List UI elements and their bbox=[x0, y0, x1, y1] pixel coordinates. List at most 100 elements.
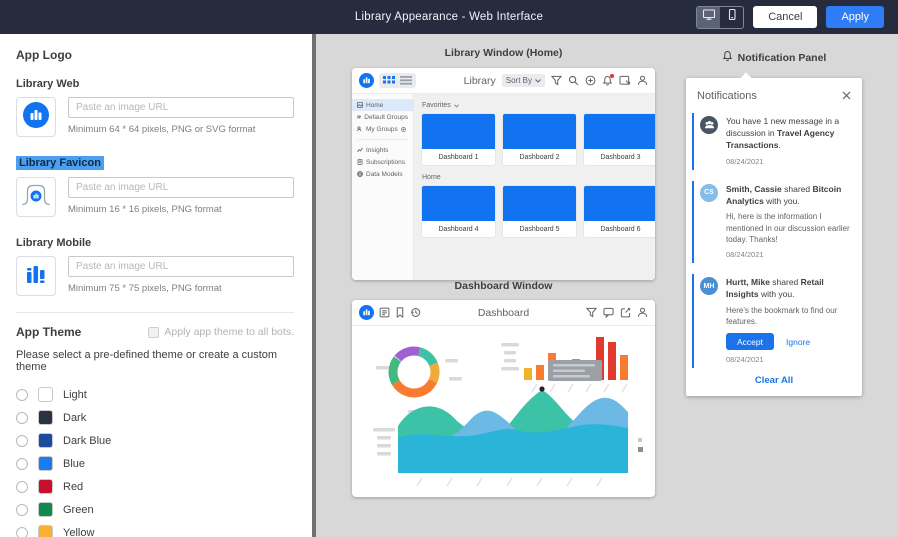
report-list-icon[interactable] bbox=[379, 307, 390, 318]
bookmark-icon[interactable] bbox=[395, 307, 405, 318]
notifications-header: Notifications bbox=[697, 90, 757, 102]
card-thumbnail bbox=[584, 114, 655, 149]
data-models-icon bbox=[357, 171, 363, 177]
accept-button[interactable]: Accept bbox=[726, 333, 774, 350]
favorites-section-label[interactable]: Favorites bbox=[422, 102, 655, 109]
dashboard-card[interactable]: Dashboard 6 bbox=[584, 186, 655, 237]
notification-title: Hurtt, Mike shared Retail Insights with … bbox=[726, 277, 850, 301]
dashboard-card[interactable]: Dashboard 2 bbox=[503, 114, 576, 165]
desktop-monitor-icon bbox=[702, 8, 716, 26]
theme-option-light[interactable]: Light bbox=[16, 383, 294, 406]
notification-body: Here's the bookmark to find our features… bbox=[726, 305, 850, 327]
history-icon[interactable] bbox=[410, 307, 421, 318]
library-favicon-label: Library Favicon bbox=[16, 156, 104, 170]
card-thumbnail bbox=[422, 114, 495, 149]
profile-icon[interactable] bbox=[637, 307, 648, 318]
sidebar-item-home[interactable]: Home bbox=[352, 99, 413, 111]
sort-by-button[interactable]: Sort By bbox=[502, 74, 545, 87]
theme-swatch-blue bbox=[38, 456, 53, 471]
dashboard-card[interactable]: Dashboard 4 bbox=[422, 186, 495, 237]
library-logo-icon bbox=[359, 73, 374, 88]
share-export-icon[interactable] bbox=[620, 307, 631, 318]
dashboard-window-caption: Dashboard Window bbox=[352, 280, 655, 292]
library-web-label: Library Web bbox=[16, 78, 79, 90]
sidebar-item-subscriptions[interactable]: Subscriptions bbox=[352, 156, 413, 168]
section-divider bbox=[16, 312, 294, 313]
theme-radio-dark-blue[interactable] bbox=[16, 435, 28, 447]
comment-icon[interactable] bbox=[603, 307, 614, 318]
ignore-link[interactable]: Ignore bbox=[786, 337, 810, 347]
theme-swatch-yellow bbox=[38, 525, 53, 537]
desktop-view-button[interactable] bbox=[697, 7, 720, 28]
theme-option-blue[interactable]: Blue bbox=[16, 452, 294, 475]
move-to-folder-icon[interactable] bbox=[619, 75, 631, 86]
library-preview-content: Favorites Dashboard 1 Dashboard 2 Dashbo… bbox=[414, 94, 655, 280]
apply-theme-to-bots-label: Apply app theme to all bots. bbox=[164, 326, 294, 338]
filter-icon[interactable] bbox=[551, 75, 562, 86]
my-groups-icon bbox=[357, 126, 363, 132]
groups-icon bbox=[357, 114, 361, 120]
close-icon[interactable] bbox=[842, 87, 851, 105]
sidebar-item-insights[interactable]: Insights bbox=[352, 144, 413, 156]
library-favicon-logo-icon bbox=[21, 182, 51, 213]
theme-radio-blue[interactable] bbox=[16, 458, 28, 470]
view-toggle bbox=[379, 73, 416, 88]
notification-dot bbox=[610, 74, 614, 78]
dashboard-card[interactable]: Dashboard 5 bbox=[503, 186, 576, 237]
card-thumbnail bbox=[422, 186, 495, 221]
grid-view-icon[interactable] bbox=[383, 76, 395, 85]
theme-option-red[interactable]: Red bbox=[16, 475, 294, 498]
mobile-view-button[interactable] bbox=[720, 7, 743, 28]
library-window-caption: Library Window (Home) bbox=[352, 47, 655, 59]
theme-radio-light[interactable] bbox=[16, 389, 28, 401]
dashboard-card[interactable]: Dashboard 3 bbox=[584, 114, 655, 165]
library-web-url-input[interactable] bbox=[68, 97, 294, 118]
theme-swatch-red bbox=[38, 479, 53, 494]
list-view-icon[interactable] bbox=[400, 76, 412, 85]
sidebar-item-my-groups[interactable]: My Groups bbox=[352, 123, 413, 135]
avatar bbox=[700, 116, 718, 134]
clear-all-link[interactable]: Clear All bbox=[686, 372, 862, 388]
theme-option-dark[interactable]: Dark bbox=[16, 406, 294, 429]
avatar: CS bbox=[700, 184, 718, 202]
filter-icon[interactable] bbox=[586, 307, 597, 318]
dashboard-card[interactable]: Dashboard 1 bbox=[422, 114, 495, 165]
theme-option-dark-blue[interactable]: Dark Blue bbox=[16, 429, 294, 452]
theme-radio-green[interactable] bbox=[16, 504, 28, 516]
add-icon[interactable] bbox=[585, 75, 596, 86]
add-group-icon bbox=[401, 127, 406, 132]
notification-date: 08/24/2021 bbox=[726, 250, 850, 259]
apply-theme-to-bots-checkbox[interactable] bbox=[148, 327, 159, 338]
sidebar-separator bbox=[357, 139, 408, 140]
library-mobile-url-input[interactable] bbox=[68, 256, 294, 277]
notification-title: You have 1 new message in a discussion i… bbox=[726, 116, 850, 152]
theme-radio-yellow[interactable] bbox=[16, 527, 28, 537]
sidebar-item-data-models[interactable]: Data Models bbox=[352, 168, 413, 180]
mobile-phone-icon bbox=[727, 8, 737, 26]
settings-sidebar: App Logo Library Web Minimum 64 * 64 pix… bbox=[0, 34, 316, 537]
sidebar-item-default-groups[interactable]: Default Groups bbox=[352, 111, 413, 123]
notification-title: Smith, Cassie shared Bitcoin Analytics w… bbox=[726, 184, 850, 208]
library-favicon-field: Library Favicon Minimum 16 * 16 pixels, … bbox=[16, 153, 294, 217]
card-thumbnail bbox=[503, 114, 576, 149]
theme-radio-red[interactable] bbox=[16, 481, 28, 493]
cancel-button[interactable]: Cancel bbox=[753, 6, 817, 28]
donut-chart bbox=[376, 342, 462, 413]
theme-option-green[interactable]: Green bbox=[16, 498, 294, 521]
notification-date: 08/24/2021 bbox=[726, 355, 850, 364]
notification-panel-caption: Notification Panel bbox=[686, 50, 862, 65]
notification-item: You have 1 new message in a discussion i… bbox=[686, 113, 862, 170]
library-favicon-url-input[interactable] bbox=[68, 177, 294, 198]
app-theme-heading: App Theme bbox=[16, 325, 81, 339]
chevron-down-icon bbox=[454, 104, 459, 108]
profile-icon[interactable] bbox=[637, 75, 648, 86]
theme-option-yellow[interactable]: Yellow bbox=[16, 521, 294, 537]
notifications-bell-icon[interactable] bbox=[602, 75, 613, 86]
library-window-title: Library bbox=[464, 75, 496, 87]
theme-swatch-dark-blue bbox=[38, 433, 53, 448]
apply-button[interactable]: Apply bbox=[826, 6, 884, 28]
theme-radio-dark[interactable] bbox=[16, 412, 28, 424]
notification-item: CS Smith, Cassie shared Bitcoin Analytic… bbox=[686, 181, 862, 263]
search-icon[interactable] bbox=[568, 75, 579, 86]
library-preview-sidebar: Home Default Groups My Groups Insig bbox=[352, 94, 414, 280]
